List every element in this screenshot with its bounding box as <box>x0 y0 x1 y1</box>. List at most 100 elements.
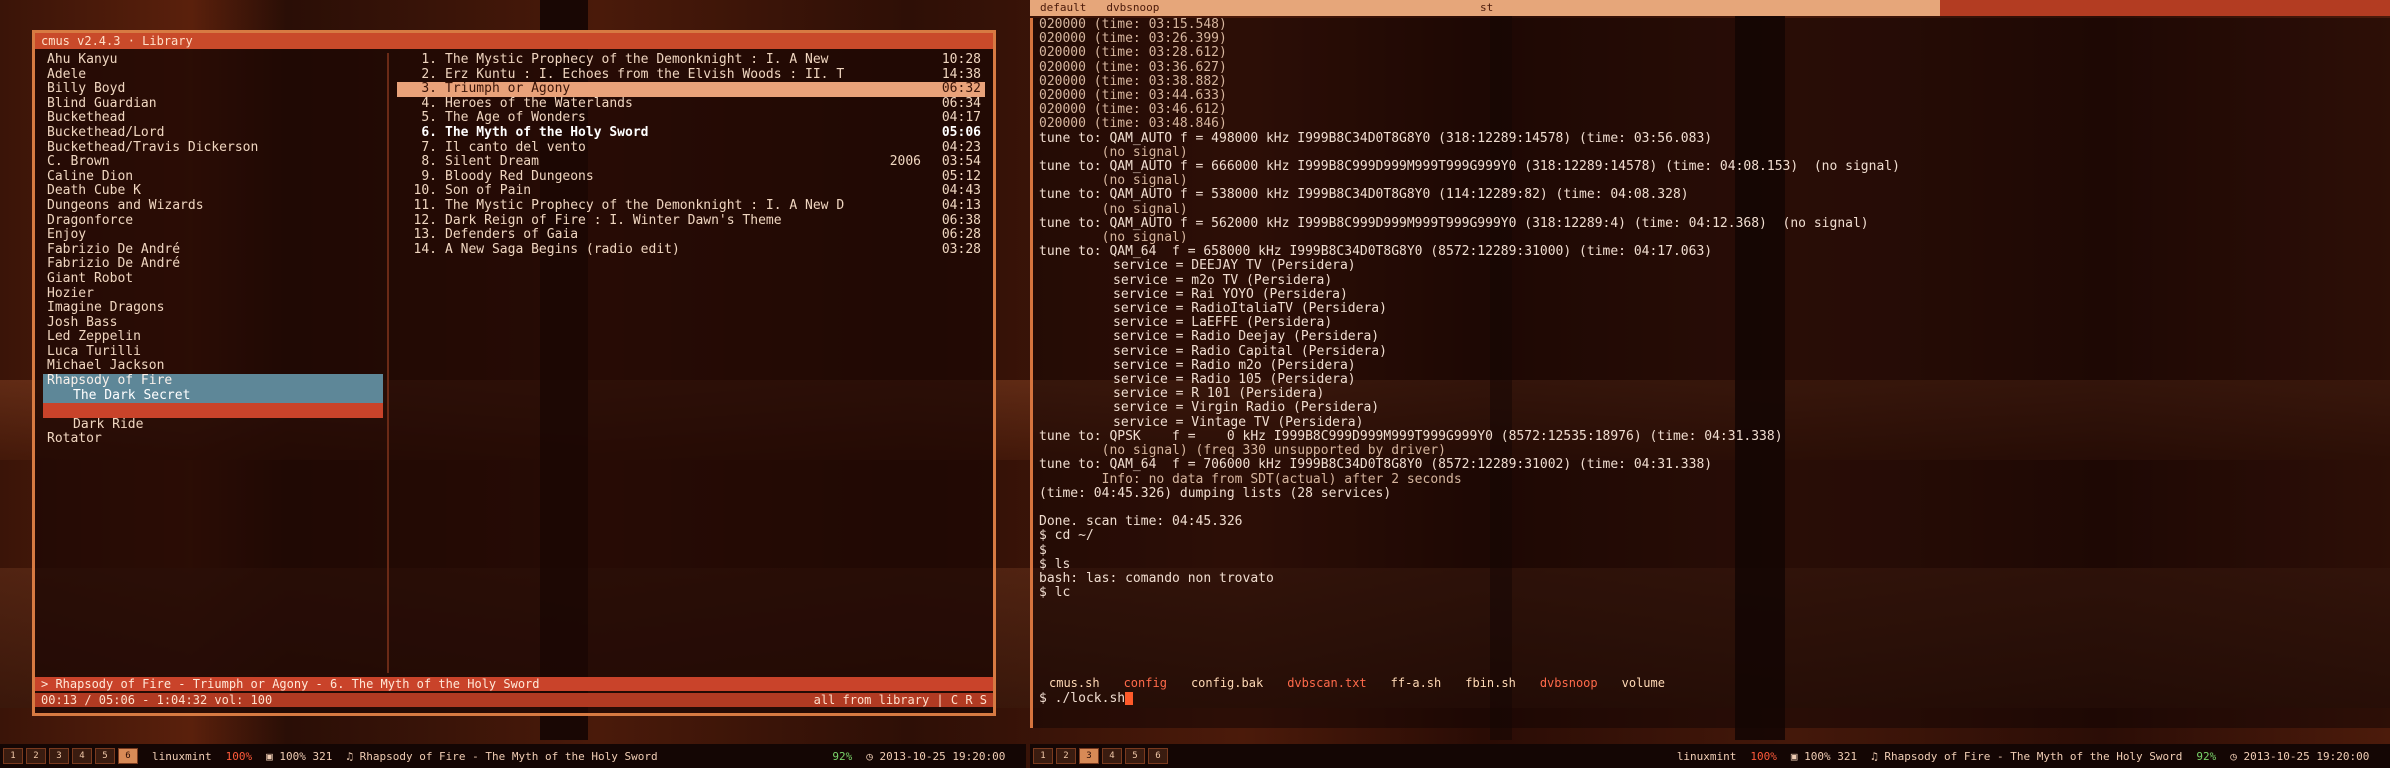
track-year <box>851 68 921 83</box>
tab-default[interactable]: default <box>1030 0 1096 16</box>
file-entry: ff-a.sh <box>1390 676 1442 690</box>
track-row[interactable]: 12. Dark Reign of Fire : I. Winter Dawn's… <box>397 213 985 229</box>
track-number: 6. <box>421 124 437 140</box>
artist-item[interactable]: Buckethead <box>43 111 383 126</box>
terminal-line: tune to: QAM_64 f = 658000 kHz I999B8C34… <box>1039 244 1713 260</box>
artist-item[interactable]: Billy Boyd <box>43 82 383 97</box>
track-row[interactable]: 5. The Age of Wonders 04:17 <box>397 111 985 126</box>
artist-item[interactable]: The Dark Secret <box>43 388 383 404</box>
terminal-prompt[interactable]: $ ./lock.sh <box>1039 691 1134 706</box>
taskbar-item: linuxmint <box>152 749 212 763</box>
workspace-button[interactable]: 1 <box>1033 748 1053 764</box>
track-year: 2006 <box>889 154 921 170</box>
cmus-window[interactable]: cmus v2.4.3 · Library Ahu Kanyu Adele Bill… <box>32 30 996 716</box>
artist-item[interactable]: Rhapsody of Fire <box>43 373 383 389</box>
track-row[interactable]: 1. The Mystic Prophecy of the Demonknight… <box>397 52 985 68</box>
workspace-button[interactable]: 3 <box>1079 748 1099 764</box>
track-year <box>851 199 921 214</box>
artist-item[interactable]: Buckethead/Travis Dickerson <box>43 140 383 156</box>
artist-item[interactable]: Rotator <box>43 432 383 447</box>
track-row[interactable]: 11. The Mystic Prophecy of the Demonknigh… <box>397 198 985 214</box>
artist-item[interactable]: Blind Guardian <box>43 96 383 112</box>
workspace-button[interactable]: 6 <box>118 748 138 764</box>
terminal-line: 020000 (time: 03:36.627) <box>1039 59 1227 75</box>
track-duration: 14:38 <box>941 66 981 82</box>
terminal-output: 020000 (time: 03:15.548) 020000 (time: 03… <box>1033 17 2390 600</box>
track-title: Defenders of Gaia <box>445 228 579 243</box>
artist-item[interactable]: Dungeons and Wizards <box>43 198 383 214</box>
track-title: The Myth of the Holy Sword <box>445 125 649 140</box>
artist-item[interactable]: Michael Jackson <box>43 359 383 374</box>
terminal-window[interactable]: 020000 (time: 03:15.548) 020000 (time: 03… <box>1030 17 2390 728</box>
artist-item[interactable]: Josh Bass <box>43 315 383 331</box>
track-title: Silent Dream <box>445 155 539 170</box>
artist-item[interactable]: Death Cube K <box>43 184 383 199</box>
artist-item[interactable]: Giant Robot <box>43 271 383 287</box>
track-row[interactable]: 10. Son of Pain 04:43 <box>397 184 985 199</box>
artist-item[interactable]: Luca Turilli <box>43 344 383 360</box>
workspace-button[interactable]: 3 <box>49 748 69 764</box>
terminal-line: service = Rai YOYO (Persidera) <box>1113 286 1348 302</box>
track-number: 1. <box>421 52 437 67</box>
track-list[interactable]: 1. The Mystic Prophecy of the Demonknight… <box>397 52 985 673</box>
workspace-button[interactable]: 1 <box>3 748 23 764</box>
artist-list[interactable]: Ahu Kanyu Adele Billy Boyd Blind Guardian Bu… <box>43 52 383 673</box>
track-row[interactable]: 7. Il canto del vento 04:23 <box>397 139 985 156</box>
taskbar-status: 92% <box>832 749 853 763</box>
track-number: 13. <box>413 227 437 243</box>
tab-dvbsnoop[interactable]: dvbsnoop <box>1096 0 1169 16</box>
terminal-line: 020000 (time: 03:26.399) <box>1039 31 1227 47</box>
track-year <box>851 243 921 258</box>
terminal-line: service = m2o TV (Persidera) <box>1113 272 1333 288</box>
track-duration: 05:06 <box>941 124 981 140</box>
artist-item[interactable]: Imagine Dragons <box>43 300 383 316</box>
workspace-button[interactable]: 4 <box>72 748 92 764</box>
track-duration: 06:28 <box>941 227 981 243</box>
artist-item[interactable]: Dark Ride <box>43 417 383 433</box>
terminal-line: 020000 (time: 03:44.633) <box>1039 88 1227 104</box>
workspace-button[interactable]: 5 <box>1125 748 1145 764</box>
artist-item[interactable]: Enjoy <box>43 228 383 243</box>
workspace-button[interactable]: 2 <box>1056 748 1076 764</box>
artist-item[interactable]: Hozier <box>43 286 383 302</box>
track-row[interactable]: 6. The Myth of the Holy Sword 05:06 <box>397 124 985 141</box>
taskbar-right: 1 2 3 4 5 6 linuxmint 100% ▣ 100% 321 ♫ Rhapsody … <box>1030 744 2390 768</box>
terminal-line: tune to: QAM_AUTO f = 538000 kHz I999B8C… <box>1039 187 1689 203</box>
track-duration: 06:32 <box>941 81 981 97</box>
artist-item[interactable]: C. Brown <box>43 155 383 170</box>
track-number: 7. <box>421 139 437 155</box>
artist-item[interactable]: Ahu Kanyu <box>43 52 383 68</box>
artist-item[interactable]: Buckethead/Lord <box>43 125 383 141</box>
track-row[interactable]: 3. Triumph or Agony 06:32 <box>397 82 985 97</box>
artist-item[interactable]: Adele <box>43 67 383 83</box>
artist-item[interactable]: Dragonforce <box>43 213 383 229</box>
artist-item[interactable]: Led Zeppelin <box>43 330 383 345</box>
terminal-window-title: st <box>1480 1 1494 14</box>
terminal-line: 020000 (time: 03:28.612) <box>1039 45 1227 61</box>
track-row[interactable]: 2. Erz Kuntu : I. Echoes from the Elvish … <box>397 66 985 83</box>
artist-item[interactable]: Caline Dion <box>43 169 383 185</box>
workspace-button[interactable]: 4 <box>1102 748 1122 764</box>
terminal-line: Info: no data from SDT(actual) after 2 s… <box>1039 471 1462 487</box>
track-row[interactable]: 9. Bloody Red Dungeons 05:12 <box>397 169 985 185</box>
track-row[interactable]: 14. A New Saga Begins (radio edit) 03:28 <box>397 242 985 258</box>
artist-item[interactable]: Fabrizio De André <box>43 257 383 272</box>
workspace-button[interactable]: 6 <box>1148 748 1168 764</box>
track-row[interactable]: 4. Heroes of the Waterlands 06:34 <box>397 96 985 112</box>
artist-item[interactable] <box>43 403 383 418</box>
artist-item[interactable]: Fabrizio De André <box>43 242 383 258</box>
workspace-button[interactable]: 2 <box>26 748 46 764</box>
terminal-line: 020000 (time: 03:15.548) <box>1039 17 1227 32</box>
track-title: A New Saga Begins (radio edit) <box>445 242 680 257</box>
track-row[interactable]: 13. Defenders of Gaia 06:28 <box>397 228 985 243</box>
track-year <box>851 97 921 112</box>
terminal-line: service = Radio 105 (Persidera) <box>1113 372 1356 388</box>
terminal-line: (no signal) <box>1039 173 1188 189</box>
taskbar-item: ▣ 100% 321 <box>266 749 333 763</box>
track-title: Triumph or Agony <box>445 82 571 97</box>
track-year <box>851 214 921 229</box>
track-row[interactable]: 8. Silent Dream 2006 03:54 <box>397 155 985 170</box>
now-playing-bar: > Rhapsody of Fire - Triumph or Agony - … <box>35 677 993 691</box>
workspace-button[interactable]: 5 <box>95 748 115 764</box>
